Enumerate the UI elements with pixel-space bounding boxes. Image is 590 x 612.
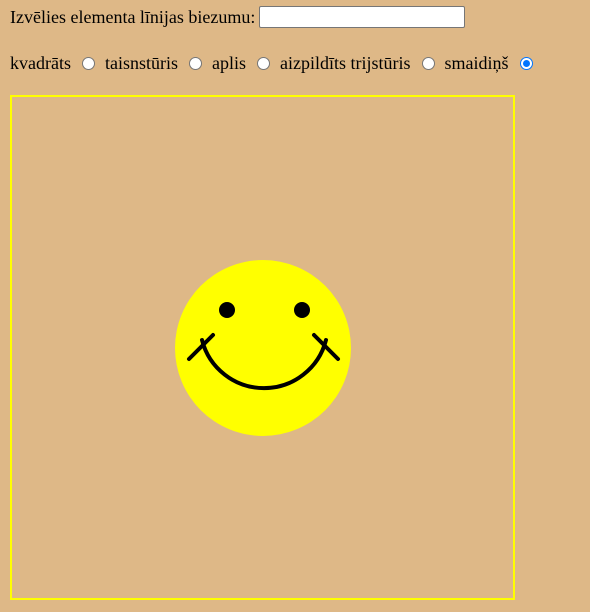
line-width-row: Izvēlies elementa līnijas biezumu:	[10, 2, 466, 32]
shape-option-smiley[interactable]: smaidiņš	[445, 53, 543, 74]
shape-option-label: smaidiņš	[444, 52, 509, 73]
shape-option-label: kvadrāts	[10, 52, 71, 73]
shape-selector: kvadrāts taisnstūris aplis aizpildīts tr…	[10, 48, 543, 78]
filled-triangle-radio[interactable]	[421, 56, 435, 70]
shape-option-label: taisnstūris	[104, 52, 178, 73]
drawing-canvas[interactable]	[10, 95, 515, 600]
smiley-face	[175, 260, 351, 436]
left-eye	[219, 302, 235, 318]
shape-option-square[interactable]: kvadrāts	[10, 53, 105, 74]
line-width-input[interactable]	[259, 6, 466, 28]
shape-option-label: aplis	[212, 52, 246, 73]
shape-option-label: aizpildīts trijstūris	[280, 52, 411, 73]
shape-option-rectangle[interactable]: taisnstūris	[105, 53, 212, 74]
page: Izvēlies elementa līnijas biezumu: kvadr…	[0, 0, 590, 612]
rectangle-radio[interactable]	[189, 56, 202, 70]
shape-option-filled-triangle[interactable]: aizpildīts trijstūris	[280, 53, 445, 74]
circle-radio[interactable]	[257, 56, 270, 70]
shape-option-circle[interactable]: aplis	[212, 53, 280, 74]
right-eye	[294, 302, 310, 318]
line-width-label: Izvēlies elementa līnijas biezumu:	[10, 6, 256, 27]
square-radio[interactable]	[81, 56, 95, 70]
canvas-drawing	[175, 260, 351, 436]
smiley-radio[interactable]	[519, 56, 533, 70]
